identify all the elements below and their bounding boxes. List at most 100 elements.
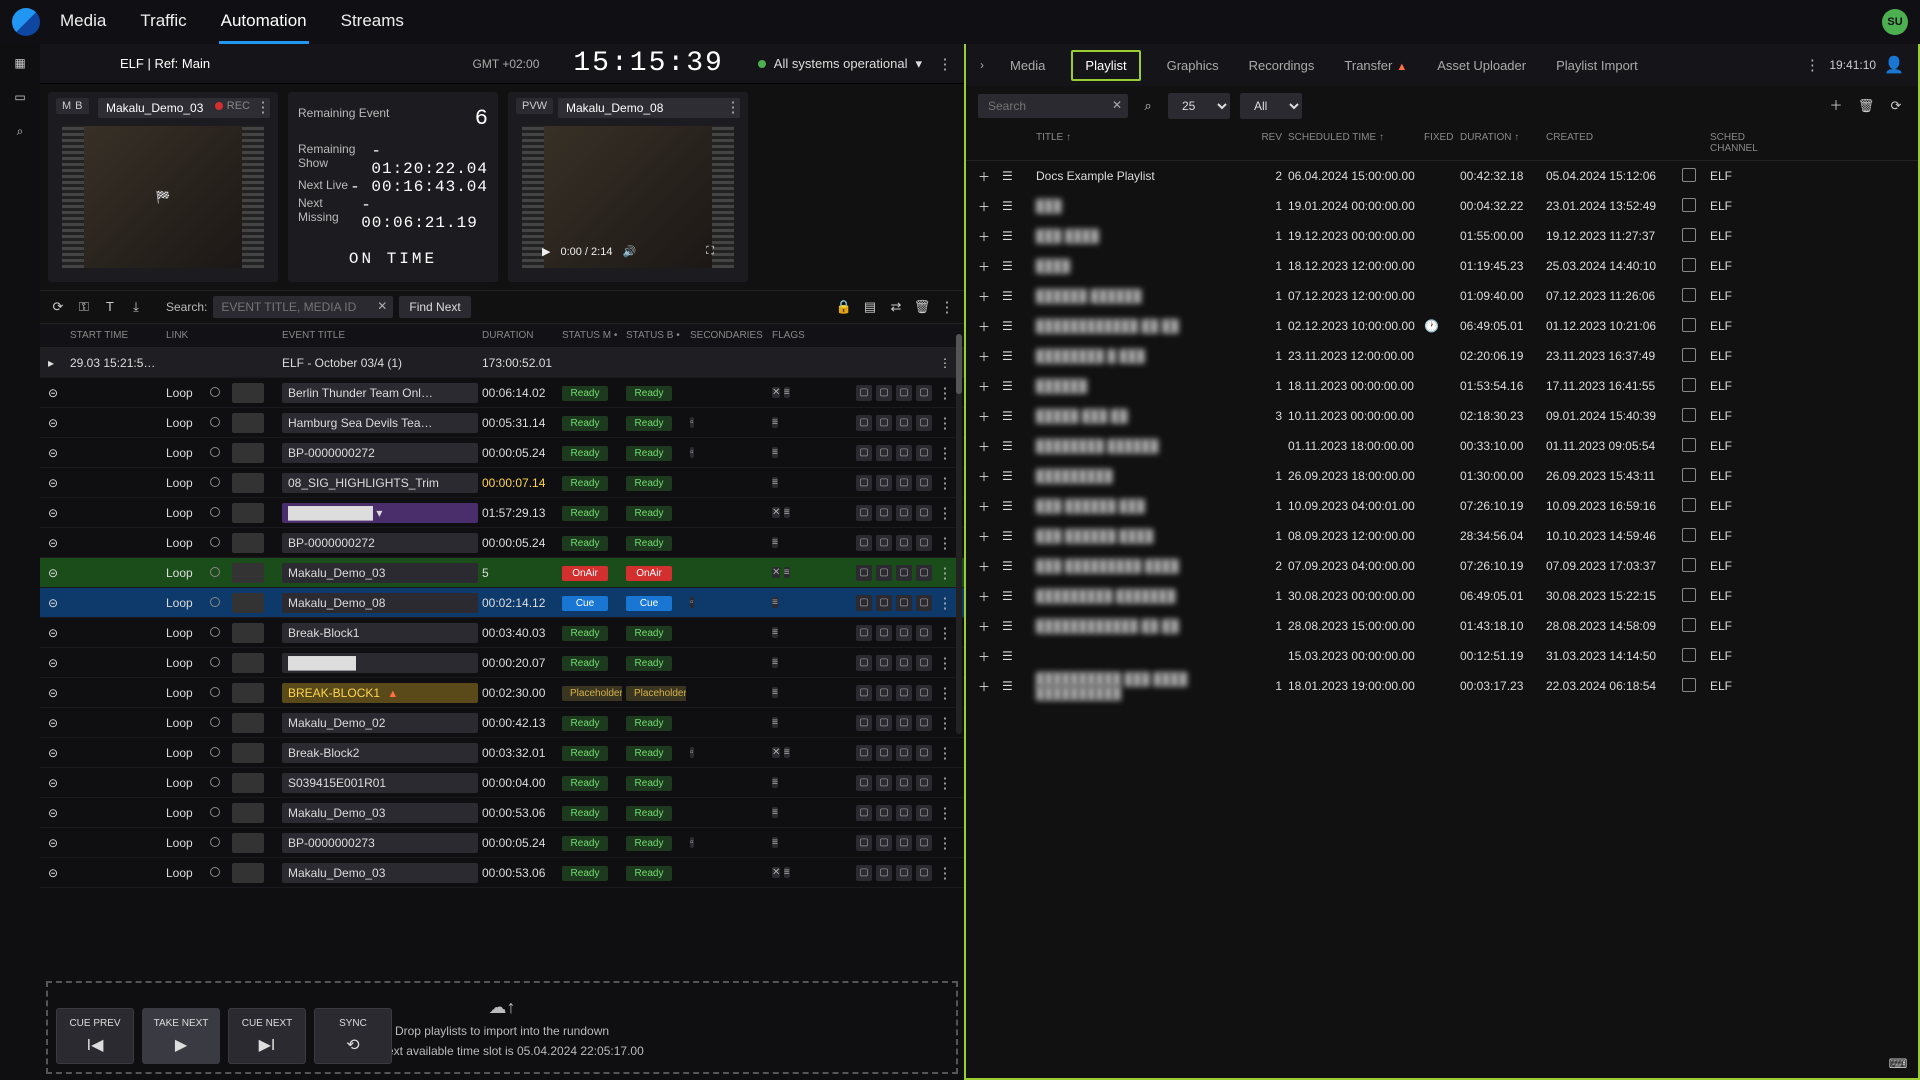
action-icon[interactable]: ▢ xyxy=(896,625,912,641)
panel-tab-playlist[interactable]: Playlist xyxy=(1071,50,1140,81)
row-more-icon[interactable]: ⋮ xyxy=(936,714,954,732)
expand-icon[interactable]: ⊝ xyxy=(48,416,66,430)
action-icon[interactable]: ▢ xyxy=(876,475,892,491)
action-icon[interactable]: ▢ xyxy=(876,865,892,881)
clear-icon[interactable]: ✕ xyxy=(1112,98,1122,112)
playlist-row[interactable]: ＋☰█████████ ███████130.08.2023 00:00:00.… xyxy=(966,581,1918,611)
add-icon[interactable]: ＋ xyxy=(978,378,996,395)
action-icon[interactable]: ▢ xyxy=(916,745,932,761)
flag-icon[interactable]: ≡ xyxy=(772,657,778,668)
action-icon[interactable]: ▢ xyxy=(916,415,932,431)
add-icon[interactable]: ＋ xyxy=(978,438,996,455)
expand-icon[interactable]: ⊝ xyxy=(48,656,66,670)
add-icon[interactable]: ＋ xyxy=(978,318,996,335)
action-icon[interactable]: ▢ xyxy=(916,445,932,461)
pagesize-select[interactable]: 25 xyxy=(1168,93,1230,119)
action-icon[interactable]: ▢ xyxy=(896,685,912,701)
add-icon[interactable]: ＋ xyxy=(978,528,996,545)
rundown-row[interactable]: ⊝Loop██████████ ▾01:57:29.13ReadyReady✕ … xyxy=(40,498,964,528)
checkbox[interactable] xyxy=(1682,618,1696,632)
action-icon[interactable]: ▢ xyxy=(856,805,872,821)
rundown-row[interactable]: ⊝LoopMakalu_Demo_0300:00:53.06ReadyReady… xyxy=(40,798,964,828)
row-more-icon[interactable]: ⋮ xyxy=(936,654,954,672)
expand-icon[interactable]: ⊝ xyxy=(48,806,66,820)
action-icon[interactable]: ▢ xyxy=(876,565,892,581)
keyboard-icon[interactable]: ⌨ xyxy=(1888,1054,1908,1074)
action-icon[interactable]: ▢ xyxy=(856,655,872,671)
action-icon[interactable]: ▢ xyxy=(856,595,872,611)
more-icon[interactable]: ⋮ xyxy=(936,55,954,73)
action-icon[interactable]: ▢ xyxy=(876,595,892,611)
scrollbar[interactable] xyxy=(956,334,962,734)
panel-tab-media[interactable]: Media xyxy=(1006,48,1049,83)
row-more-icon[interactable]: ⋮ xyxy=(936,414,954,432)
checkbox[interactable] xyxy=(1682,498,1696,512)
action-icon[interactable]: ▢ xyxy=(916,775,932,791)
flag-icon[interactable]: ≡ xyxy=(772,687,778,698)
rundown-row[interactable]: ⊝LoopBreak-Block100:03:40.03ReadyReady ≡… xyxy=(40,618,964,648)
row-more-icon[interactable]: ⋮ xyxy=(936,444,954,462)
take-next-button[interactable]: TAKE NEXT▶ xyxy=(142,1008,220,1064)
refresh-icon[interactable]: ⟳ xyxy=(48,297,68,317)
playlist-header-row[interactable]: ▸29.03 15:21:52.05ELF - October 03/4 (1)… xyxy=(40,348,964,378)
action-icon[interactable]: ▢ xyxy=(856,505,872,521)
filter-select[interactable]: All xyxy=(1240,93,1302,119)
action-icon[interactable]: ▢ xyxy=(896,475,912,491)
flag-icon[interactable]: ≡ xyxy=(772,447,778,458)
playlist-row[interactable]: ＋☰█████████126.09.2023 18:00:00.0001:30:… xyxy=(966,461,1918,491)
rundown-row[interactable]: ⊝LoopMakalu_Demo_0200:00:42.13ReadyReady… xyxy=(40,708,964,738)
action-icon[interactable]: ▢ xyxy=(876,715,892,731)
add-icon[interactable]: ＋ xyxy=(978,678,996,695)
action-icon[interactable]: ▢ xyxy=(876,625,892,641)
action-icon[interactable]: ▢ xyxy=(896,655,912,671)
nav-tab-media[interactable]: Media xyxy=(58,1,108,44)
expand-icon[interactable]: ⊝ xyxy=(48,746,66,760)
rundown-row[interactable]: ⊝LoopBerlin Thunder Team Onl…00:06:14.02… xyxy=(40,378,964,408)
action-icon[interactable]: ▢ xyxy=(916,625,932,641)
add-icon[interactable]: ＋ xyxy=(978,618,996,635)
checkbox[interactable] xyxy=(1682,258,1696,272)
playlist-row[interactable]: ＋☰██████ ██████107.12.2023 12:00:00.0001… xyxy=(966,281,1918,311)
add-icon[interactable]: ＋ xyxy=(978,468,996,485)
expand-icon[interactable]: ⊝ xyxy=(48,446,66,460)
checkbox[interactable] xyxy=(1682,648,1696,662)
checkbox[interactable] xyxy=(1682,438,1696,452)
action-icon[interactable]: ▢ xyxy=(896,865,912,881)
rundown-row[interactable]: ⊝LoopMakalu_Demo_0800:02:14.12CueCue▫ ≡▢… xyxy=(40,588,964,618)
action-icon[interactable]: ▢ xyxy=(876,685,892,701)
action-icon[interactable]: ▢ xyxy=(856,415,872,431)
playlist-row[interactable]: ＋☰████████ ██████01.11.2023 18:00:00.000… xyxy=(966,431,1918,461)
action-icon[interactable]: ▢ xyxy=(856,385,872,401)
checkbox[interactable] xyxy=(1682,348,1696,362)
expand-icon[interactable]: ⊝ xyxy=(48,536,66,550)
expand-icon[interactable]: ⊝ xyxy=(48,866,66,880)
expand-icon[interactable]: ⊝ xyxy=(48,596,66,610)
action-icon[interactable]: ▢ xyxy=(896,445,912,461)
panel-tab-recordings[interactable]: Recordings xyxy=(1245,48,1319,83)
key-icon[interactable]: ⚿ xyxy=(74,297,94,317)
rundown-search-input[interactable] xyxy=(213,296,393,318)
playlist-row[interactable]: ＋☰████████████ ██ ██102.12.2023 10:00:00… xyxy=(966,311,1918,341)
checkbox[interactable] xyxy=(1682,528,1696,542)
search-icon[interactable]: ⌕ xyxy=(1138,96,1158,116)
more-icon[interactable]: ⋮ xyxy=(938,298,956,316)
rundown-row[interactable]: ⊝LoopMakalu_Demo_0300:00:53.06ReadyReady… xyxy=(40,858,964,888)
fullscreen-icon[interactable]: ⛶ xyxy=(706,245,714,258)
user-avatar[interactable]: SU xyxy=(1882,9,1908,35)
playlist-row[interactable]: ＋☰15.03.2023 00:00:00.0000:12:51.1931.03… xyxy=(966,641,1918,671)
flag-icon[interactable]: ≡ xyxy=(772,807,778,818)
rundown-row[interactable]: ⊝Loop08_SIG_HIGHLIGHTS_Trim00:00:07.14Re… xyxy=(40,468,964,498)
toggle-icon[interactable]: ⇄ xyxy=(886,297,906,317)
delete-icon[interactable]: 🗑 xyxy=(912,297,932,317)
action-icon[interactable]: ▢ xyxy=(916,805,932,821)
action-icon[interactable]: ▢ xyxy=(916,565,932,581)
panel-tab-transfer[interactable]: Transfer▲ xyxy=(1340,48,1411,83)
nav-tab-traffic[interactable]: Traffic xyxy=(138,1,188,44)
action-icon[interactable]: ▢ xyxy=(876,745,892,761)
layout-icon[interactable]: ▦ xyxy=(11,56,29,74)
playlist-row[interactable]: ＋☰Docs Example Playlist206.04.2024 15:00… xyxy=(966,161,1918,191)
flag-icon[interactable]: ≡ xyxy=(784,387,790,398)
checkbox[interactable] xyxy=(1682,408,1696,422)
action-icon[interactable]: ▢ xyxy=(916,715,932,731)
row-more-icon[interactable]: ⋮ xyxy=(936,624,954,642)
